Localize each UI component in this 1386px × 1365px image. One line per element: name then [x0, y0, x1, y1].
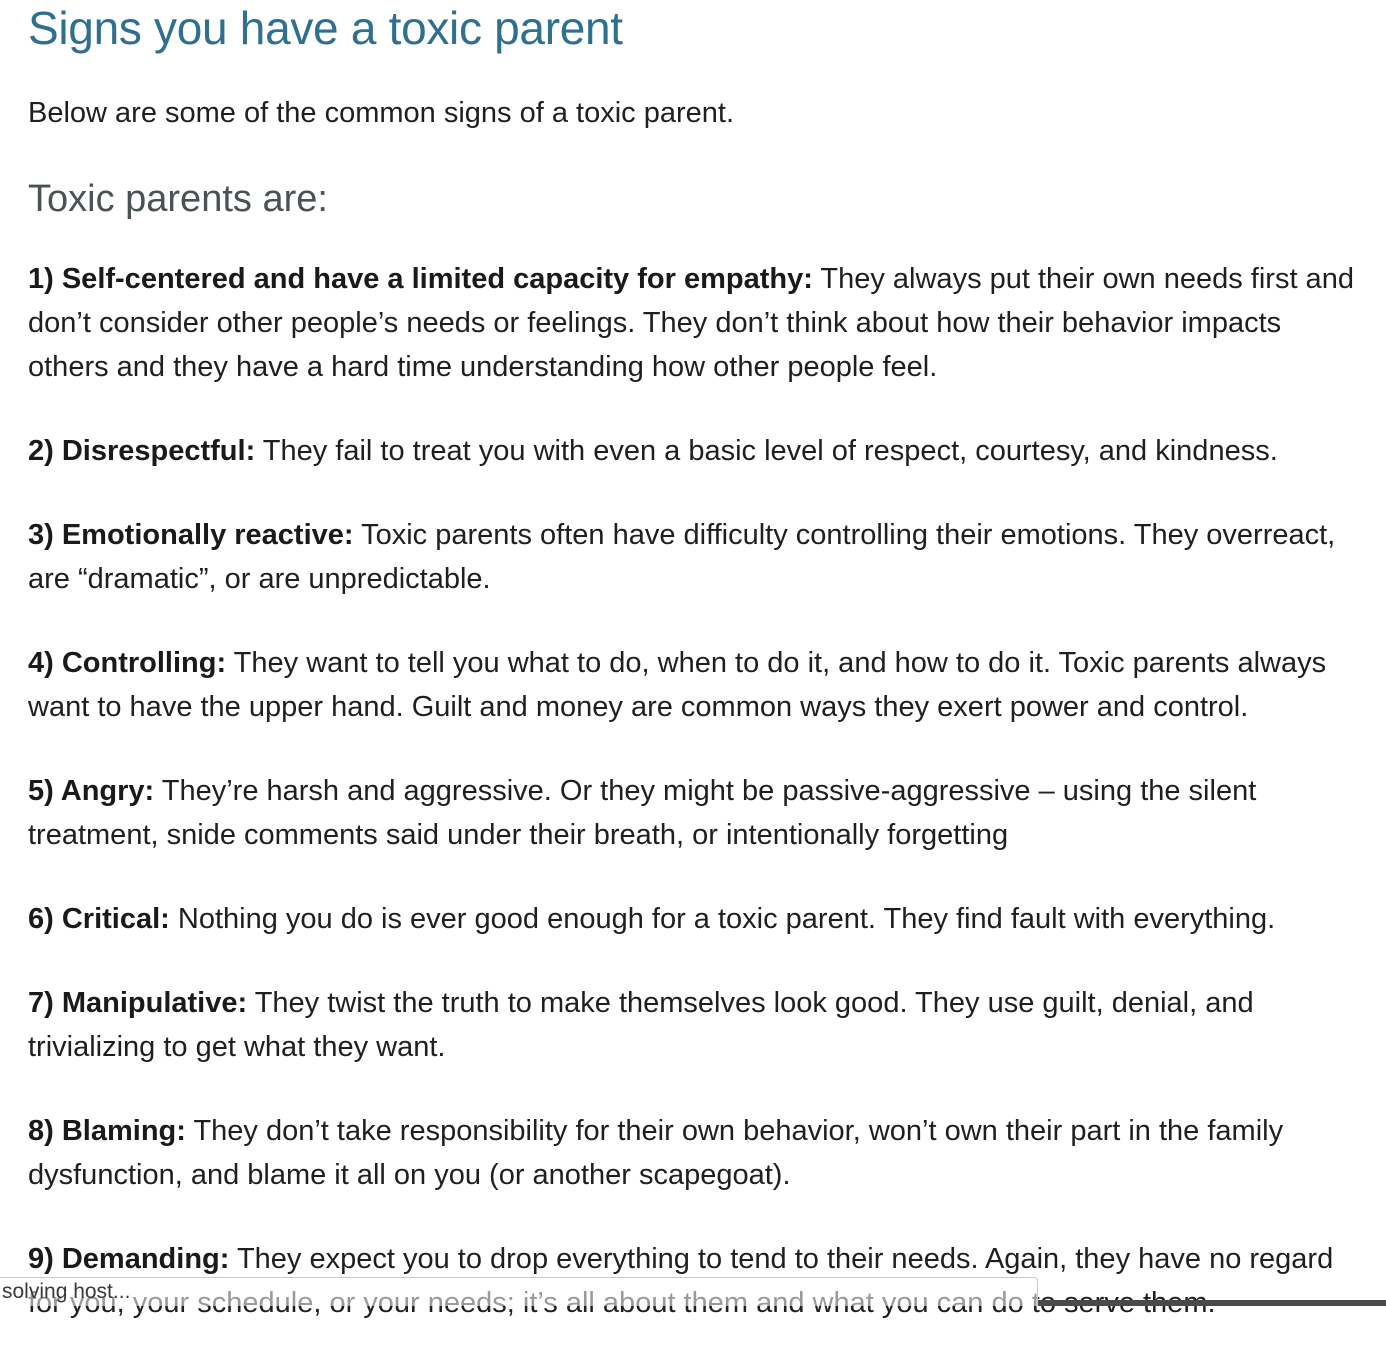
sign-label: 6) Critical:: [28, 903, 170, 935]
list-item: 4) Controlling: They want to tell you wh…: [28, 641, 1368, 729]
list-item: 3) Emotionally reactive: Toxic parents o…: [28, 513, 1368, 601]
sign-label: 7) Manipulative:: [28, 987, 248, 1019]
list-item: 1) Self-centered and have a limited capa…: [28, 257, 1368, 389]
section-subheading: Toxic parents are:: [28, 178, 328, 220]
sign-label: 2) Disrespectful:: [28, 435, 256, 467]
list-item: 2) Disrespectful: They fail to treat you…: [28, 429, 1368, 473]
sign-description: They’re harsh and aggressive. Or they mi…: [28, 775, 1257, 851]
sign-label: 4) Controlling:: [28, 647, 227, 679]
toxic-signs-list: 1) Self-centered and have a limited capa…: [28, 257, 1368, 1325]
page-bottom-divider: [1038, 1300, 1386, 1306]
intro-paragraph: Below are some of the common signs of a …: [28, 97, 735, 129]
list-item: 6) Critical: Nothing you do is ever good…: [28, 897, 1368, 941]
article-content: Signs you have a toxic parent Below are …: [28, 0, 1368, 1365]
sign-label: 5) Angry:: [28, 775, 155, 807]
sign-label: 8) Blaming:: [28, 1115, 186, 1147]
page-title: Signs you have a toxic parent: [28, 2, 623, 54]
sign-description: They fail to treat you with even a basic…: [255, 435, 1278, 467]
list-item: 8) Blaming: They don’t take responsibili…: [28, 1109, 1368, 1197]
list-item: 5) Angry: They’re harsh and aggressive. …: [28, 769, 1368, 857]
sign-label: 3) Emotionally reactive:: [28, 519, 354, 551]
sign-description: Nothing you do is ever good enough for a…: [169, 903, 1276, 935]
list-item: 7) Manipulative: They twist the truth to…: [28, 981, 1368, 1069]
sign-label: 1) Self-centered and have a limited capa…: [28, 263, 813, 295]
sign-description: They don’t take responsibility for their…: [28, 1115, 1284, 1191]
browser-status-bar: solving host...: [0, 1277, 1038, 1306]
sign-label: 9) Demanding:: [28, 1243, 230, 1275]
